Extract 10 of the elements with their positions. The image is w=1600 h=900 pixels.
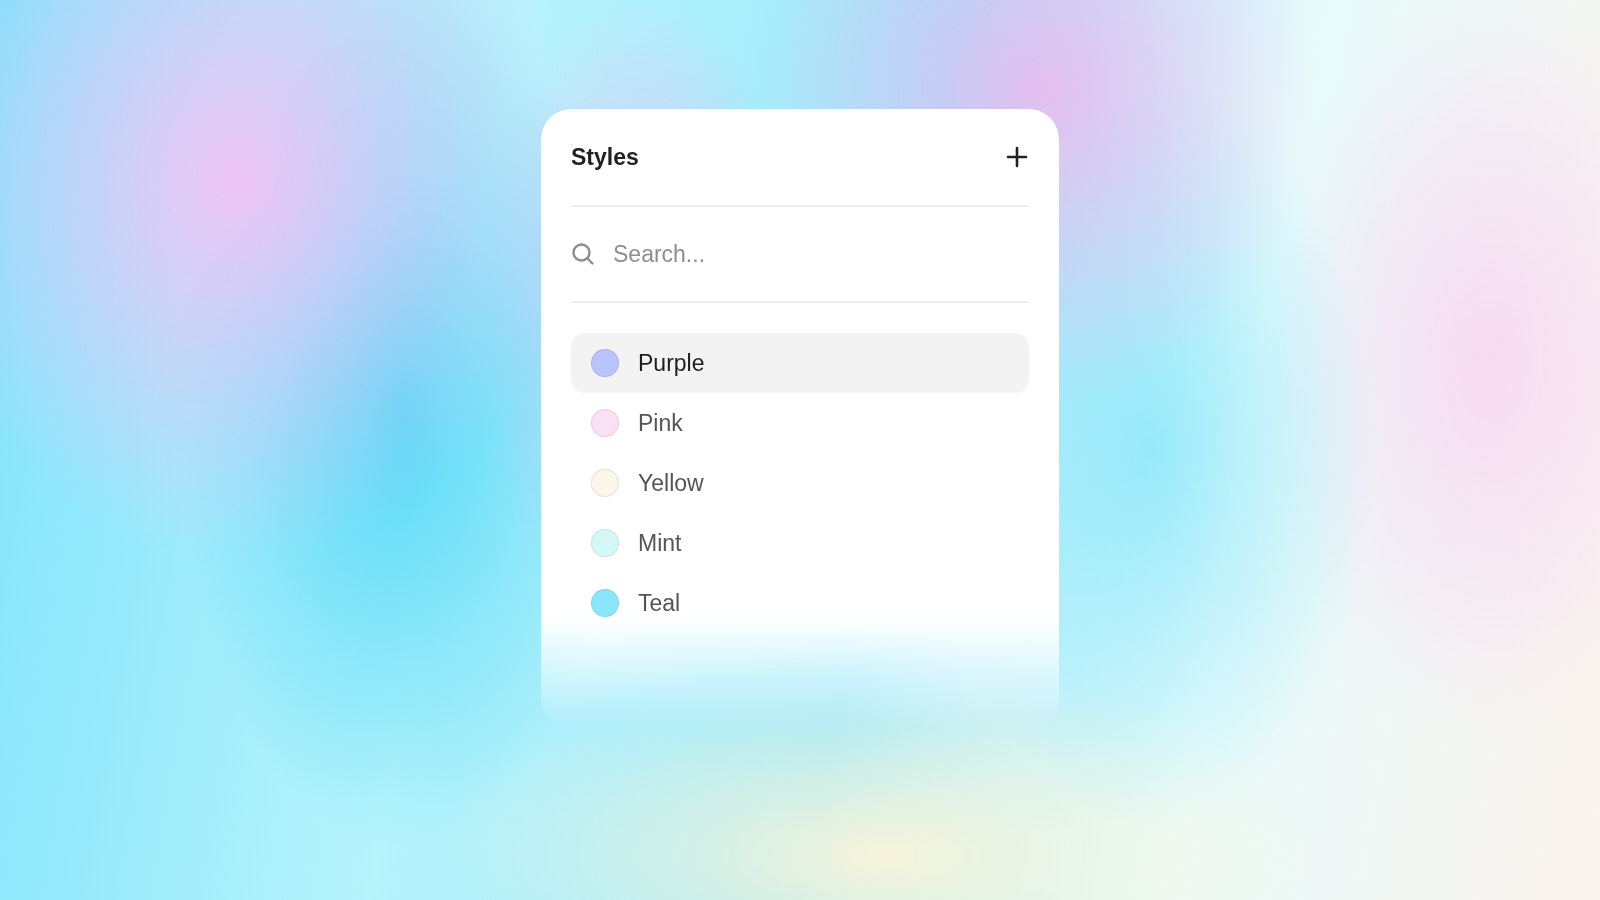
panel-title: Styles (571, 143, 639, 171)
style-item[interactable]: Purple (571, 333, 1029, 393)
search-field[interactable]: Search... (611, 239, 1029, 269)
plus-icon (1005, 145, 1029, 169)
add-button[interactable] (1005, 145, 1029, 169)
style-item[interactable]: Yellow (571, 453, 1029, 513)
style-item[interactable]: Pink (571, 393, 1029, 453)
style-item[interactable]: Mint (571, 513, 1029, 573)
style-item[interactable]: Teal (571, 573, 1029, 633)
search-icon (571, 242, 595, 266)
